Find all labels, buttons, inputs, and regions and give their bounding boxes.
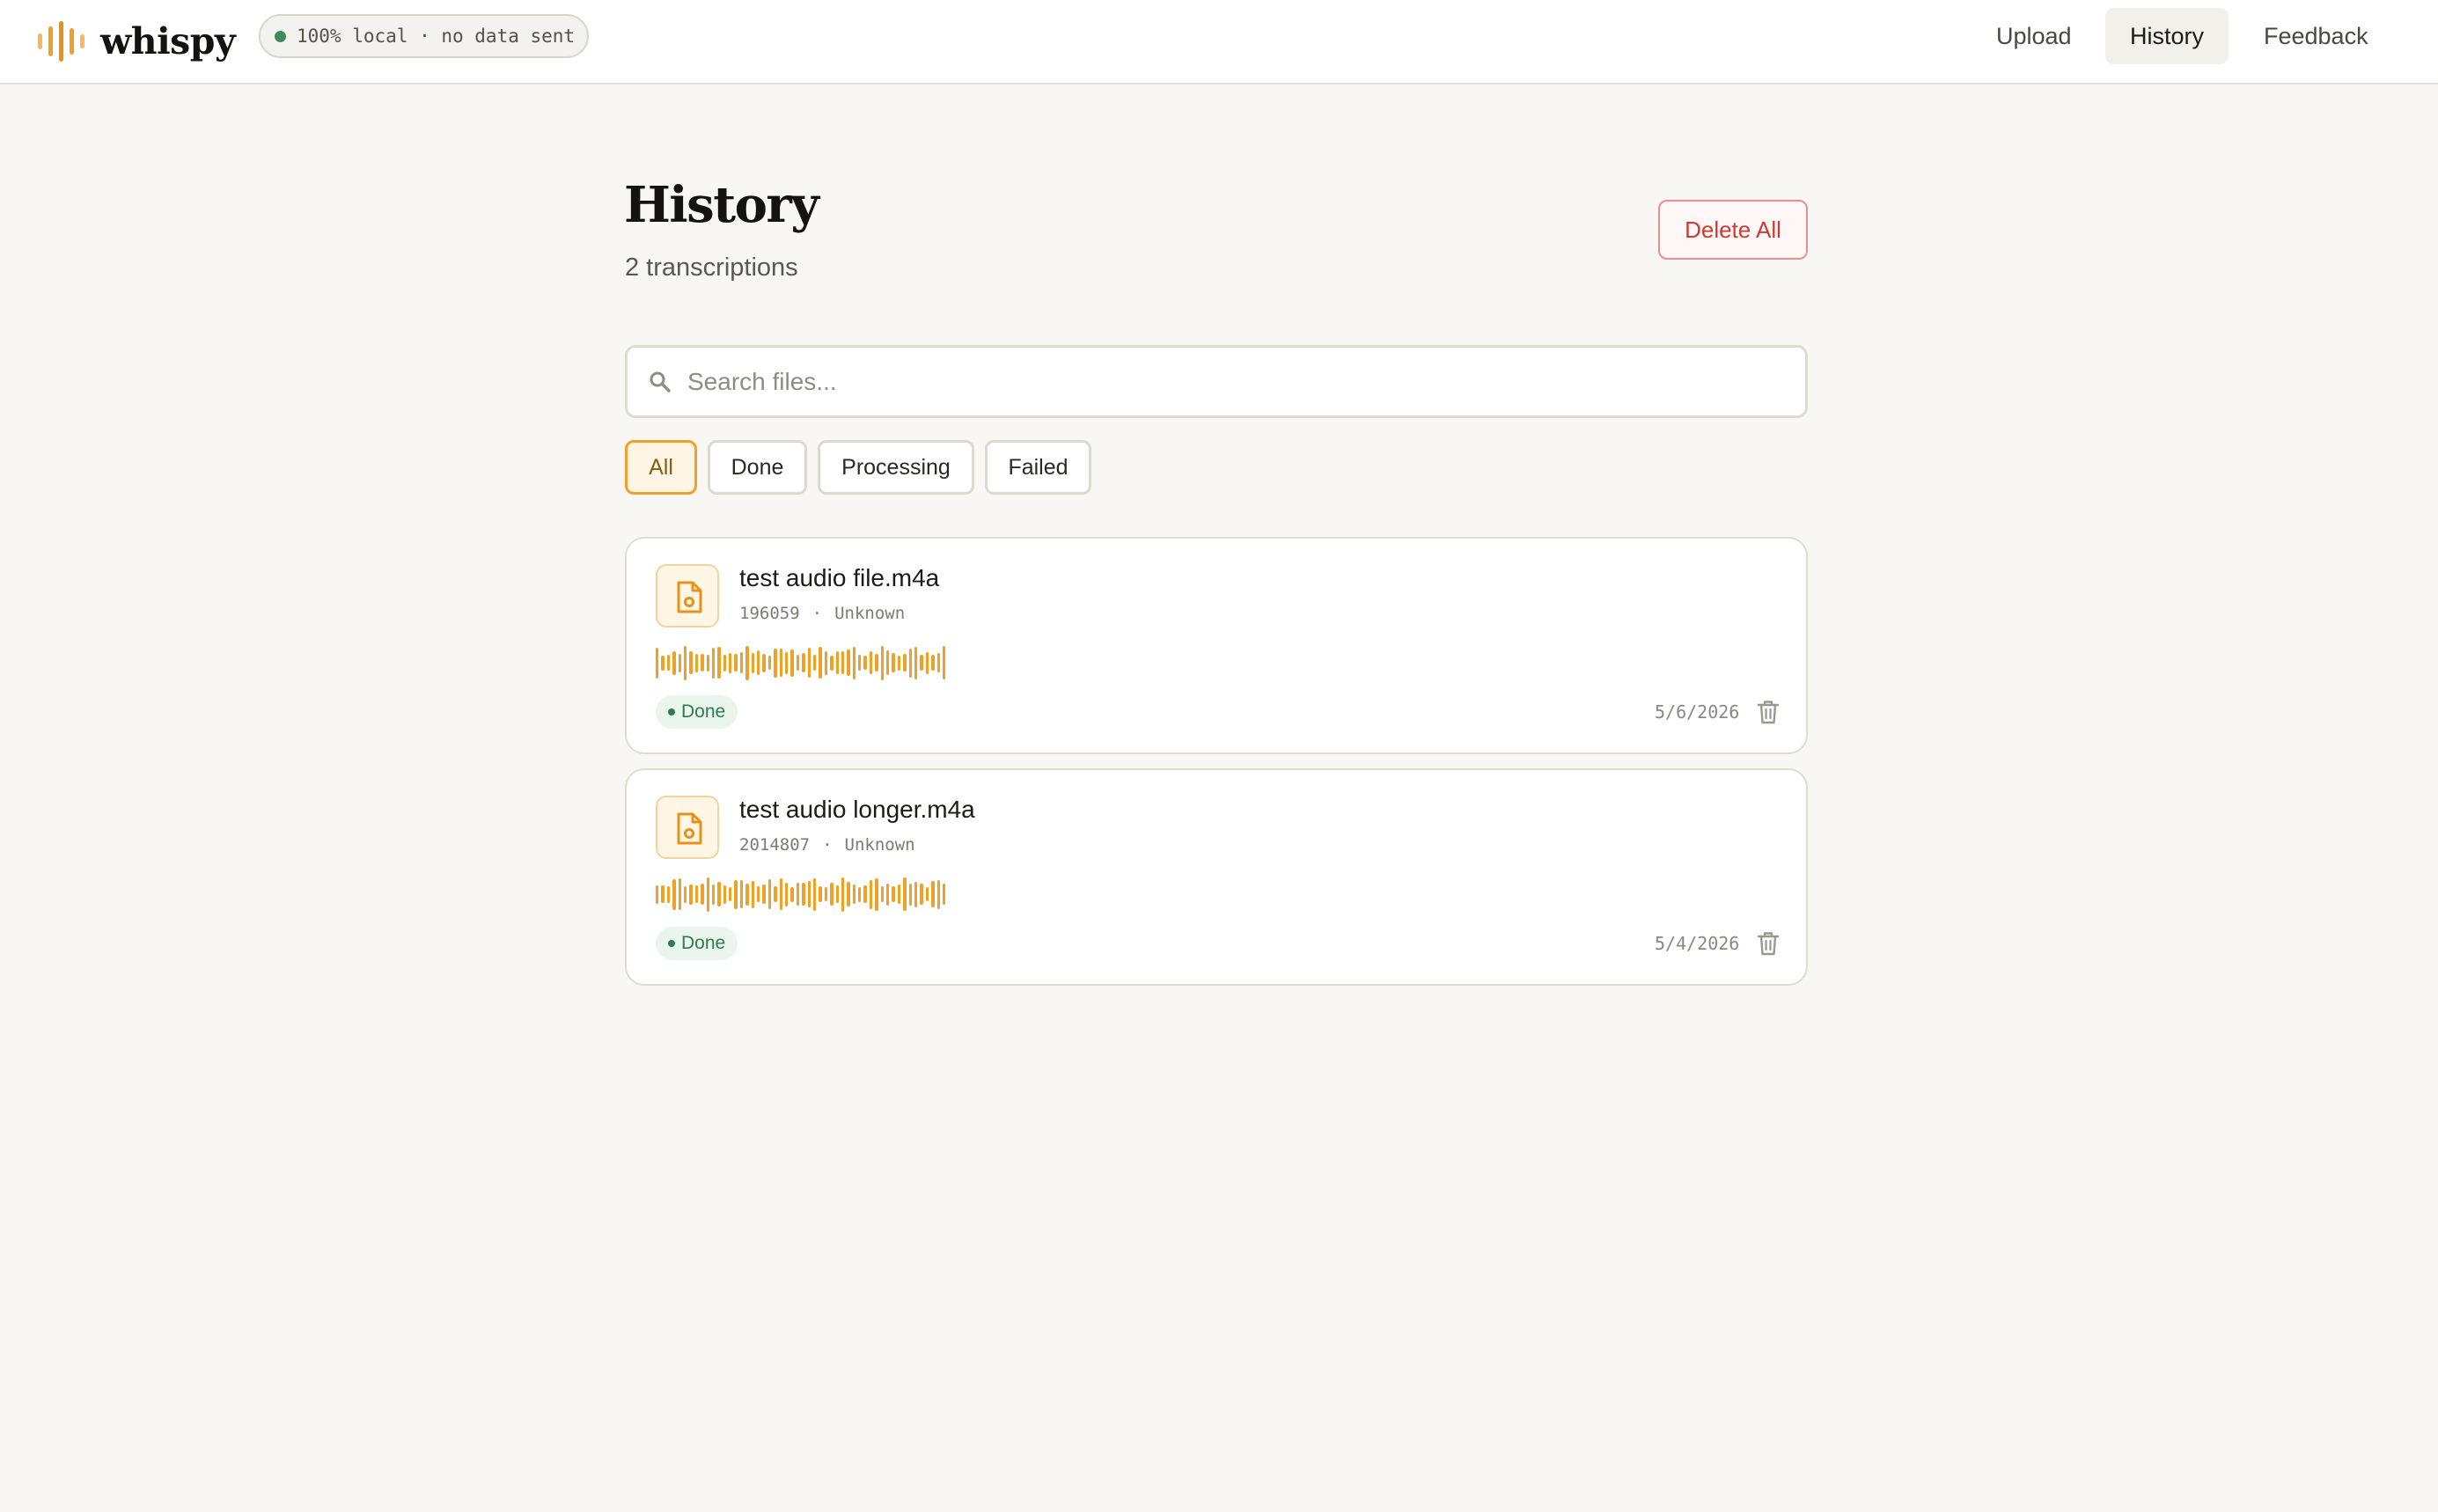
trash-icon[interactable] <box>1756 930 1781 957</box>
trash-icon[interactable] <box>1756 699 1781 725</box>
file-meta: 2014807 · Unknown <box>739 835 915 855</box>
status-dot-icon <box>668 708 675 716</box>
status-badge: Done <box>656 695 738 729</box>
transcription-card[interactable]: test audio longer.m4a 2014807 · Unknown … <box>625 768 1808 986</box>
search-box <box>625 345 1808 418</box>
file-name: test audio longer.m4a <box>739 796 975 823</box>
filter-done[interactable]: Done <box>708 440 807 495</box>
meta-separator: · <box>811 604 823 623</box>
meta-separator: · <box>822 835 833 855</box>
audio-file-icon <box>656 564 719 628</box>
status-text: Done <box>681 701 726 722</box>
file-name: test audio file.m4a <box>739 564 940 591</box>
filter-processing[interactable]: Processing <box>818 440 974 495</box>
search-input[interactable] <box>687 363 1779 400</box>
filter-all[interactable]: All <box>625 440 697 495</box>
file-meta: 196059 · Unknown <box>739 604 905 623</box>
app-name: whispy <box>100 20 236 62</box>
waveform-icon <box>656 877 964 912</box>
file-date: 5/6/2026 <box>1655 701 1740 723</box>
file-date: 5/4/2026 <box>1655 933 1740 954</box>
search-icon <box>650 371 671 393</box>
file-duration: Unknown <box>834 604 906 623</box>
delete-all-button[interactable]: Delete All <box>1658 200 1808 260</box>
status-dot-icon <box>275 30 286 42</box>
file-duration: Unknown <box>844 835 915 855</box>
nav-upload[interactable]: Upload <box>1972 8 2097 64</box>
nav-history[interactable]: History <box>2105 8 2229 64</box>
waveform-logo-icon <box>38 14 84 69</box>
top-bar: whispy 100% local · no data sent Upload … <box>0 0 2438 84</box>
status-dot-icon <box>668 940 675 947</box>
privacy-badge: 100% local · no data sent <box>259 14 589 58</box>
status-badge: Done <box>656 927 738 960</box>
privacy-badge-text: 100% local · no data sent <box>297 26 576 47</box>
file-size: 196059 <box>739 604 800 623</box>
transcription-card[interactable]: test audio file.m4a 196059 · Unknown Don… <box>625 537 1808 754</box>
nav-feedback[interactable]: Feedback <box>2239 8 2393 64</box>
status-text: Done <box>681 933 726 953</box>
transcription-count: 2 transcriptions <box>625 253 798 282</box>
filter-failed[interactable]: Failed <box>985 440 1091 495</box>
waveform-icon <box>656 645 964 680</box>
page-title: History <box>624 176 819 234</box>
file-size: 2014807 <box>739 835 811 855</box>
app-logo[interactable]: whispy <box>38 14 236 69</box>
audio-file-icon <box>656 796 719 859</box>
